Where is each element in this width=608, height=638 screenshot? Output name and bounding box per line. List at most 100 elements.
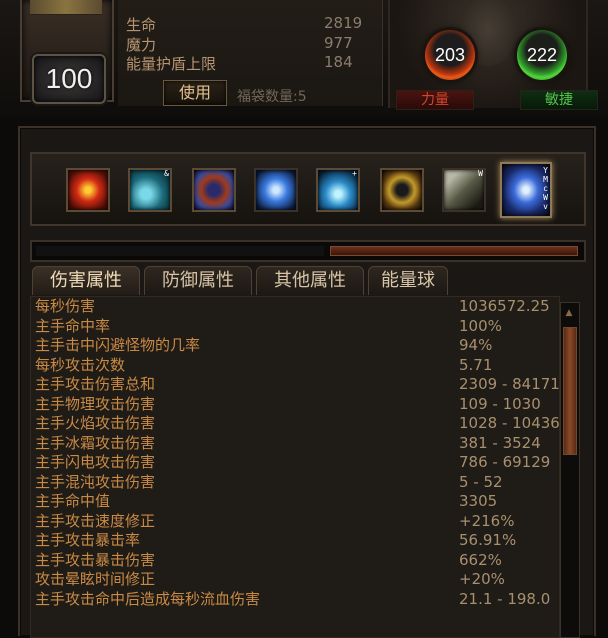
stat-label: 主手击中闪避怪物的几率 <box>35 336 201 354</box>
list-item: 每秒伤害 1036572.25 <box>31 297 559 317</box>
skill-tag: c <box>543 184 548 193</box>
arcane-ring-skill-icon[interactable] <box>192 168 236 212</box>
list-item: 主手混沌攻击伤害 5 - 52 <box>31 473 559 493</box>
list-item: 主手攻击速度修正 +216% <box>31 512 559 532</box>
list-item: 主手命中值 3305 <box>31 492 559 512</box>
list-item: 主手攻击命中后造成每秒流血伤害 21.1 - 198.0 <box>31 590 559 610</box>
stat-label: 主手攻击暴击率 <box>35 531 141 549</box>
stat-value: 5.71 <box>459 355 493 374</box>
stat-label: 主手攻击伤害总和 <box>35 375 156 393</box>
stat-value: 2819 <box>324 14 363 32</box>
skill-tags: Y M c W v <box>543 166 548 211</box>
scroll-up-icon[interactable]: ▲ <box>563 307 575 319</box>
stat-value: 109 - 1030 <box>459 394 541 413</box>
skill-tag: W <box>478 169 483 178</box>
stat-label: 魔力 <box>126 36 157 54</box>
stat-value: 94% <box>459 336 493 354</box>
tab-energy-orb[interactable]: 能量球 <box>368 266 448 295</box>
stat-label: 主手火焰攻击伤害 <box>35 414 156 432</box>
stat-label: 主手攻击命中后造成每秒流血伤害 <box>35 589 261 608</box>
list-item: 主手命中率 100% <box>31 317 559 337</box>
list-item: 主手物理攻击伤害 109 - 1030 <box>31 395 559 415</box>
skill-bar: & + W Y M c W v <box>30 152 586 226</box>
stat-label: 主手闪电攻击伤害 <box>35 453 156 471</box>
tab-other[interactable]: 其他属性 <box>256 266 364 295</box>
experience-bar-fill <box>330 246 578 256</box>
stat-label: 能量护盾上限 <box>126 55 217 73</box>
golden-ring-skill-icon[interactable] <box>380 168 424 212</box>
dexterity-label: 敏捷 <box>520 90 598 110</box>
stat-value: +216% <box>459 511 515 530</box>
stat-value: 2309 - 84171 <box>459 375 560 393</box>
character-stats-panel: & + W Y M c W v 伤害属性 防御属性 其他属性 能量球 每秒伤害 1… <box>18 126 596 638</box>
list-item: 主手攻击伤害总和 2309 - 84171 <box>31 375 559 395</box>
stat-value: 3305 <box>459 492 498 510</box>
stat-value: 56.91% <box>459 531 517 549</box>
stat-label: 主手冰霜攻击伤害 <box>35 433 156 452</box>
skill-tag: & <box>164 169 169 178</box>
stat-value: 184 <box>324 53 353 71</box>
skill-tag: + <box>352 169 357 178</box>
list-item: 主手火焰攻击伤害 1028 - 10436 <box>31 414 559 434</box>
stat-value: 1036572.25 <box>459 297 550 315</box>
list-item: 主手冰霜攻击伤害 381 - 3524 <box>31 434 559 454</box>
skill-tag: W <box>543 193 548 202</box>
strength-orb[interactable]: 203 <box>425 30 475 80</box>
stat-value: 977 <box>324 34 353 52</box>
lightning-spirit-skill-icon[interactable] <box>254 168 298 212</box>
stat-energy-shield: 能量护盾上限 184 <box>126 53 366 73</box>
stat-label: 攻击晕眩时间修正 <box>35 570 156 588</box>
stat-value: 381 - 3524 <box>459 433 541 452</box>
stat-value: 100% <box>459 316 502 335</box>
list-item: 每秒攻击次数 5.71 <box>31 356 559 376</box>
strength-label: 力量 <box>396 90 474 110</box>
skill-tag: v <box>543 202 548 211</box>
list-item: 主手攻击暴击伤害 662% <box>31 551 559 571</box>
storm-orb-skill-icon[interactable]: Y M c W v <box>500 162 552 218</box>
stat-value: 786 - 69129 <box>459 453 551 471</box>
skill-tag: M <box>543 175 548 184</box>
stat-label: 主手攻击速度修正 <box>35 511 156 530</box>
damage-stats-list[interactable]: 每秒伤害 1036572.25 主手命中率 100% 主手击中闪避怪物的几率 94% … <box>30 296 560 638</box>
stat-label: 主手命中值 <box>35 492 111 510</box>
frost-creature-skill-icon[interactable]: & <box>128 168 172 212</box>
stat-value: +20% <box>459 570 505 588</box>
scroll-thumb[interactable] <box>563 327 577 455</box>
ice-burst-skill-icon[interactable]: + <box>316 168 360 212</box>
level-value: 100 <box>45 63 93 94</box>
list-item: 攻击晕眩时间修正 +20% <box>31 570 559 590</box>
fire-orb-skill-icon[interactable] <box>66 168 110 212</box>
use-button[interactable]: 使用 <box>163 80 227 106</box>
stat-label: 主手混沌攻击伤害 <box>35 472 156 491</box>
stat-value: 662% <box>459 550 502 569</box>
stat-label: 每秒攻击次数 <box>35 355 126 374</box>
tab-damage[interactable]: 伤害属性 <box>32 266 140 295</box>
stat-label: 生命 <box>126 16 157 34</box>
stat-label: 主手攻击暴击伤害 <box>35 550 156 569</box>
experience-bar-empty <box>36 246 324 256</box>
character-header: 100 生命 2819 魔力 977 能量护盾上限 184 使用 福袋数量:5 … <box>0 0 608 118</box>
list-item: 主手闪电攻击伤害 786 - 69129 <box>31 453 559 473</box>
stats-scrollbar[interactable]: ▲ <box>560 302 580 638</box>
attribute-orbs: 203 222 力量 敏捷 <box>388 0 598 110</box>
stat-value: 1028 - 10436 <box>459 414 560 432</box>
wolf-skill-icon[interactable]: W <box>442 168 486 212</box>
stat-label: 主手物理攻击伤害 <box>35 394 156 413</box>
list-item: 主手攻击暴击率 56.91% <box>31 531 559 551</box>
stat-label: 每秒伤害 <box>35 297 96 315</box>
strength-value: 203 <box>434 44 466 65</box>
lucky-bag-count: 福袋数量:5 <box>237 89 307 105</box>
portrait-ornament <box>30 0 102 15</box>
dexterity-orb[interactable]: 222 <box>517 30 567 80</box>
stat-value: 5 - 52 <box>459 472 503 491</box>
stat-value: 21.1 - 198.0 <box>459 589 551 608</box>
dexterity-value: 222 <box>526 44 558 65</box>
tab-defense[interactable]: 防御属性 <box>144 266 252 295</box>
stat-life: 生命 2819 <box>126 14 366 34</box>
stat-mana: 魔力 977 <box>126 34 366 54</box>
list-item: 主手击中闪避怪物的几率 94% <box>31 336 559 356</box>
skill-tag: Y <box>543 166 548 175</box>
level-badge: 100 <box>32 54 106 104</box>
stat-label: 主手命中率 <box>35 316 111 335</box>
experience-bar <box>30 240 586 262</box>
